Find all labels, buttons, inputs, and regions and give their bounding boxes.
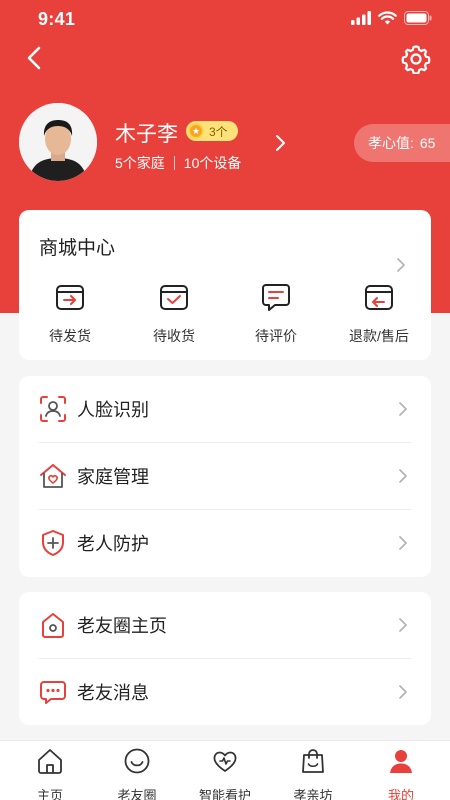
medal-icon: ★ — [188, 123, 204, 139]
xiaoxin-value-pill[interactable]: 孝心值: 65 — [354, 124, 450, 162]
tab-filial-shop[interactable]: 孝亲坊 — [268, 747, 358, 800]
menu-elder-protection[interactable]: 老人防护 — [19, 510, 431, 576]
back-arrow-icon[interactable] — [22, 45, 48, 71]
chevron-right-icon[interactable] — [396, 257, 406, 273]
chevron-right-icon — [399, 618, 407, 632]
menu-label: 老友消息 — [77, 683, 149, 703]
shopping-bag-icon — [302, 749, 324, 773]
chevron-right-icon — [399, 469, 407, 483]
tab-label: 老友圈 — [117, 788, 157, 800]
user-meta: 5个家庭 10个设备 — [115, 153, 241, 173]
comment-icon — [262, 284, 290, 311]
chat-bubble-icon — [40, 681, 66, 704]
wifi-icon — [378, 11, 397, 25]
menu-label: 老友圈主页 — [77, 616, 167, 636]
xiaoxin-value: 65 — [419, 135, 436, 151]
menu-label: 人脸识别 — [77, 400, 149, 420]
tab-label: 我的 — [387, 788, 414, 800]
level-count: 3个 — [209, 124, 228, 139]
chevron-right-icon — [399, 402, 407, 416]
signal-icon — [351, 11, 371, 25]
chevron-right-icon — [399, 536, 407, 550]
box-check-icon — [160, 285, 188, 310]
order-label: 待评价 — [255, 328, 297, 344]
menu-family-management[interactable]: 家庭管理 — [19, 443, 431, 509]
menu-label: 家庭管理 — [77, 467, 149, 487]
face-scan-icon — [40, 396, 66, 422]
tab-label: 主页 — [36, 788, 63, 800]
order-label: 待收货 — [153, 328, 195, 344]
order-to-ship[interactable]: 待发货 — [20, 281, 120, 346]
user-icon — [390, 750, 412, 773]
chevron-right-icon — [399, 685, 407, 699]
heart-care-icon — [213, 751, 237, 772]
home-icon — [38, 749, 62, 774]
smile-icon — [124, 748, 150, 774]
order-label: 退款/售后 — [349, 328, 409, 344]
menu-label: 老人防护 — [77, 534, 149, 554]
bottom-tab-bar: 主页 老友圈 智能看护 孝亲坊 我的 — [0, 740, 450, 800]
user-name: 木子李 — [115, 123, 178, 146]
gear-icon[interactable] — [401, 44, 431, 74]
menu-friend-messages[interactable]: 老友消息 — [19, 659, 431, 725]
device-count: 10个设备 — [183, 155, 242, 171]
tab-label: 孝亲坊 — [293, 788, 333, 800]
tab-mine[interactable]: 我的 — [356, 747, 446, 800]
avatar-photo — [19, 103, 97, 181]
tab-label: 智能看护 — [198, 788, 251, 800]
box-arrow-icon — [56, 285, 84, 310]
order-to-review[interactable]: 待评价 — [226, 281, 326, 346]
family-count: 5个家庭 — [115, 155, 165, 171]
status-bar: 9:41 — [0, 0, 450, 40]
menu-face-recognition[interactable]: 人脸识别 — [19, 376, 431, 442]
menu-friend-circle-home[interactable]: 老友圈主页 — [19, 592, 431, 658]
chevron-right-icon[interactable] — [272, 133, 288, 153]
meta-divider — [173, 156, 175, 170]
tab-friends[interactable]: 老友圈 — [92, 747, 182, 800]
avatar[interactable] — [19, 103, 97, 181]
xiaoxin-label: 孝心值: — [368, 135, 414, 151]
mall-title: 商城中心 — [39, 238, 116, 259]
friend-home-icon — [42, 613, 64, 638]
tab-home[interactable]: 主页 — [5, 747, 95, 800]
box-return-icon — [365, 285, 393, 310]
tab-smart-care[interactable]: 智能看护 — [180, 747, 270, 800]
order-label: 待发货 — [49, 328, 91, 344]
shield-plus-icon — [42, 530, 64, 556]
battery-icon — [404, 11, 432, 25]
home-heart-icon — [40, 464, 66, 488]
status-time: 9:41 — [38, 9, 76, 29]
order-refund[interactable]: 退款/售后 — [329, 281, 429, 346]
order-to-receive[interactable]: 待收货 — [124, 281, 224, 346]
level-badge: ★ 3个 — [186, 121, 238, 141]
